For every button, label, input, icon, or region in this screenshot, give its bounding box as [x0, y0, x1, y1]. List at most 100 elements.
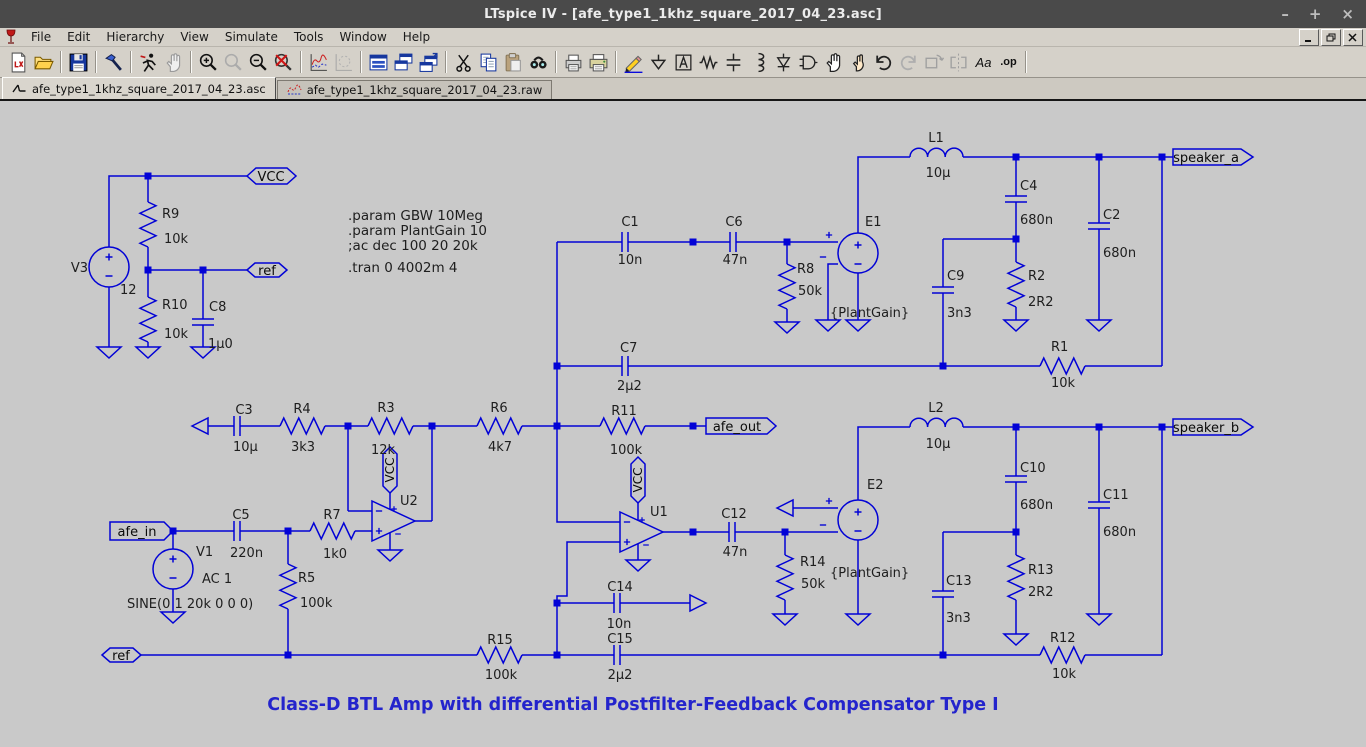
place-capacitor-button[interactable] [721, 50, 746, 75]
L2-name[interactable]: L2 [928, 401, 944, 416]
R15-name[interactable]: R15 [487, 633, 513, 648]
capacitor-C15[interactable] [614, 645, 620, 665]
R3-name[interactable]: R3 [377, 401, 394, 416]
directive-tran[interactable]: .tran 0 4002m 4 [348, 260, 458, 276]
capacitor-C5[interactable] [234, 521, 240, 541]
voltage-source-V1[interactable] [153, 549, 193, 589]
print-button[interactable] [586, 50, 611, 75]
C4-name[interactable]: C4 [1020, 179, 1037, 194]
C9-value[interactable]: 3n3 [947, 306, 972, 321]
R1-name[interactable]: R1 [1051, 340, 1068, 355]
C10-value[interactable]: 680n [1020, 498, 1053, 513]
resistor-R11[interactable] [600, 418, 645, 434]
zoom-out-button[interactable] [246, 50, 271, 75]
halt-simulation-button[interactable] [161, 50, 186, 75]
capacitor-C3[interactable] [234, 416, 240, 436]
capacitor-C6[interactable] [730, 232, 736, 252]
flag-ref-bottom-label[interactable]: ref [112, 649, 130, 664]
run-simulation-button[interactable] [136, 50, 161, 75]
paste-button[interactable] [501, 50, 526, 75]
undo-button[interactable] [871, 50, 896, 75]
C7-value[interactable]: 2µ2 [617, 379, 642, 394]
L1-name[interactable]: L1 [928, 131, 944, 146]
place-resistor-button[interactable] [696, 50, 721, 75]
port-speaker-b-label[interactable]: speaker_b [1173, 421, 1239, 436]
menu-edit[interactable]: Edit [59, 28, 98, 46]
resistor-R10[interactable] [140, 297, 156, 342]
waveform-pane-button[interactable] [306, 50, 331, 75]
R5-value[interactable]: 100k [300, 596, 333, 611]
C13-name[interactable]: C13 [946, 574, 972, 589]
R1-value[interactable]: 10k [1051, 376, 1076, 391]
mirror-button[interactable] [946, 50, 971, 75]
R6-value[interactable]: 4k7 [488, 440, 512, 455]
C3-name[interactable]: C3 [235, 403, 252, 418]
resistor-R7[interactable] [310, 523, 355, 539]
flag-vcc-label[interactable]: VCC [257, 170, 284, 185]
E1-name[interactable]: E1 [865, 215, 882, 230]
capacitor-C14[interactable] [614, 593, 620, 613]
capacitor-C9[interactable] [932, 287, 954, 293]
menu-file[interactable]: File [23, 28, 59, 46]
C2-name[interactable]: C2 [1103, 208, 1120, 223]
resistor-R15[interactable] [477, 647, 522, 663]
draw-wire-button[interactable] [621, 50, 646, 75]
R10-name[interactable]: R10 [162, 298, 188, 313]
place-diode-button[interactable] [771, 50, 796, 75]
C5-name[interactable]: C5 [232, 508, 249, 523]
place-ground-button[interactable] [646, 50, 671, 75]
rotate-button[interactable] [921, 50, 946, 75]
place-text-button[interactable]: Aa [971, 50, 996, 75]
mdi-close-button[interactable] [1343, 29, 1363, 46]
C6-name[interactable]: C6 [725, 215, 742, 230]
R8-value[interactable]: 50k [798, 284, 823, 299]
R5-name[interactable]: R5 [298, 571, 315, 586]
arrow-port-left-c3[interactable] [192, 418, 208, 434]
resistor-R9[interactable] [140, 202, 156, 247]
V1-ac-value[interactable]: AC 1 [202, 572, 232, 587]
flag-vcc-u1-label[interactable]: VCC [631, 468, 645, 493]
R7-name[interactable]: R7 [323, 508, 340, 523]
copy-button[interactable] [476, 50, 501, 75]
menu-hierarchy[interactable]: Hierarchy [98, 28, 172, 46]
R14-value[interactable]: 50k [801, 577, 826, 592]
R7-value[interactable]: 1k0 [323, 547, 347, 562]
save-button[interactable] [66, 50, 91, 75]
arrow-port-left-e2[interactable] [777, 500, 793, 516]
C3-value[interactable]: 10µ [233, 440, 258, 455]
plot-settings-button[interactable] [331, 50, 356, 75]
L2-value[interactable]: 10µ [926, 437, 951, 452]
R14-name[interactable]: R14 [800, 555, 826, 570]
C9-name[interactable]: C9 [947, 269, 964, 284]
flag-ref-top-label[interactable]: ref [258, 264, 276, 279]
capacitor-C2[interactable] [1088, 223, 1110, 229]
V1-name[interactable]: V1 [196, 545, 213, 560]
spice-directive-button[interactable]: .op [996, 50, 1021, 75]
C14-name[interactable]: C14 [607, 580, 633, 595]
resistor-R8[interactable] [779, 264, 795, 309]
E2-name[interactable]: E2 [867, 478, 884, 493]
capacitor-C4[interactable] [1005, 196, 1027, 202]
L1-value[interactable]: 10µ [926, 166, 951, 181]
capacitor-C10[interactable] [1005, 476, 1027, 482]
control-panel-button[interactable] [101, 50, 126, 75]
C6-value[interactable]: 47n [723, 253, 748, 268]
resistor-R4[interactable] [280, 418, 325, 434]
resistor-R13[interactable] [1008, 555, 1024, 600]
C14-value[interactable]: 10n [607, 617, 632, 632]
C15-name[interactable]: C15 [607, 632, 633, 647]
e-source-E2[interactable] [820, 498, 878, 540]
R15-value[interactable]: 100k [485, 668, 518, 683]
C13-value[interactable]: 3n3 [946, 611, 971, 626]
cut-button[interactable] [451, 50, 476, 75]
tab-schematic[interactable]: afe_type1_1khz_square_2017_04_23.asc [2, 77, 276, 99]
capacitor-C1[interactable] [622, 232, 628, 252]
capacitor-C13[interactable] [932, 591, 954, 597]
resistor-R1[interactable] [1040, 358, 1085, 374]
inductor-L1[interactable] [910, 148, 963, 157]
directive-param-gbw[interactable]: .param GBW 10Meg [348, 208, 483, 224]
resistor-R3[interactable] [368, 418, 413, 434]
C7-name[interactable]: C7 [620, 341, 637, 356]
R2-value[interactable]: 2R2 [1028, 295, 1054, 310]
R8-name[interactable]: R8 [797, 262, 814, 277]
